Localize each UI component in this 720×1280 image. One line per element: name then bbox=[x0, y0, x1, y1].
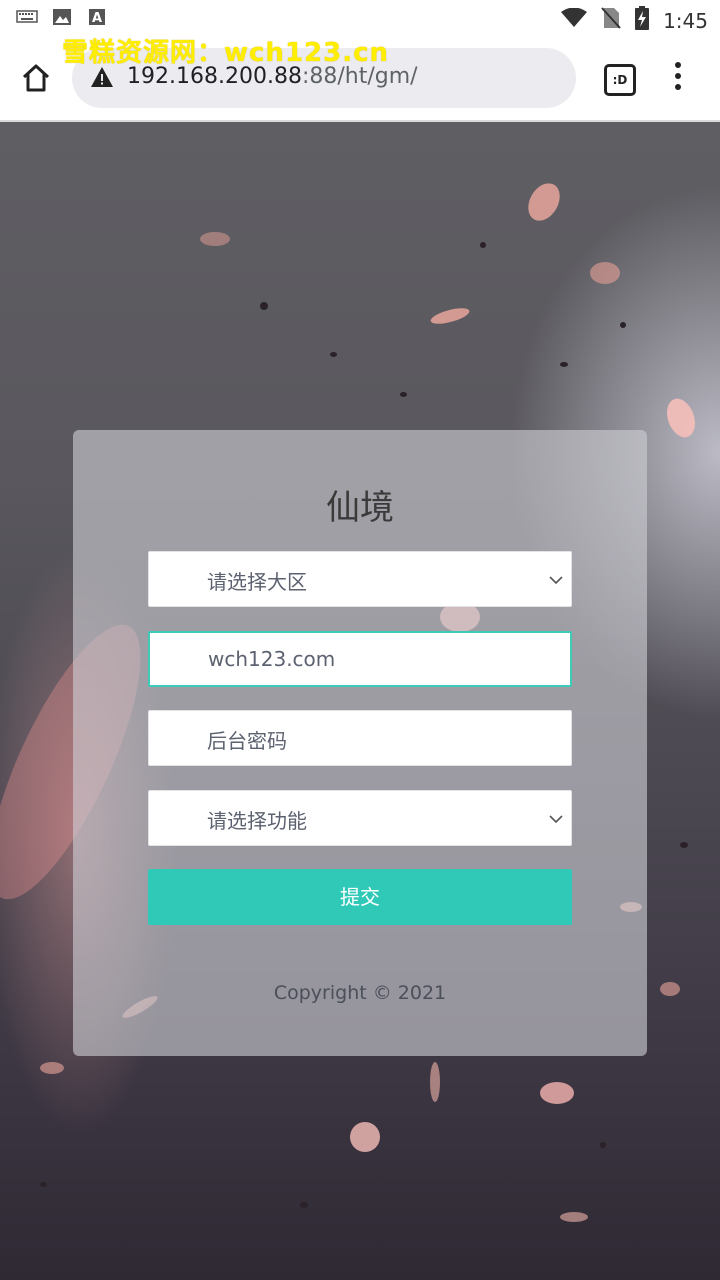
copyright-text: Copyright © 2021 bbox=[273, 982, 447, 1004]
status-bar: A 1:45 bbox=[0, 0, 720, 36]
password-input[interactable]: 后台密码 bbox=[148, 710, 572, 766]
battery-charging-icon bbox=[635, 6, 650, 35]
image-icon bbox=[52, 8, 74, 28]
more-menu-icon[interactable] bbox=[668, 62, 688, 94]
region-select-value: 请选择大区 bbox=[207, 570, 307, 594]
tab-switcher-button[interactable]: :D bbox=[604, 64, 636, 96]
chevron-down-icon bbox=[549, 572, 563, 586]
chevron-down-icon bbox=[549, 811, 563, 825]
account-input-value: wch123.com bbox=[208, 647, 336, 671]
wifi-icon bbox=[561, 7, 588, 33]
region-select[interactable]: 请选择大区 bbox=[148, 551, 572, 607]
clock: 1:45 bbox=[663, 8, 708, 33]
warning-icon[interactable] bbox=[90, 66, 114, 88]
font-icon: A bbox=[88, 8, 110, 28]
home-icon[interactable] bbox=[18, 60, 54, 96]
keyboard-icon bbox=[16, 8, 38, 28]
watermark-text: 雪糕资源网：wch123.cn bbox=[62, 38, 390, 68]
function-select-value: 请选择功能 bbox=[207, 809, 307, 833]
no-sim-icon bbox=[601, 7, 621, 34]
password-placeholder: 后台密码 bbox=[207, 729, 287, 753]
svg-text:A: A bbox=[92, 11, 102, 26]
account-input[interactable]: wch123.com bbox=[148, 631, 572, 687]
form-title: 仙境 bbox=[326, 488, 394, 528]
login-card: 仙境 请选择大区 wch123.com 后台密码 请选择功能 提交 Copyri… bbox=[73, 430, 647, 1056]
submit-button[interactable]: 提交 bbox=[148, 869, 572, 925]
function-select[interactable]: 请选择功能 bbox=[148, 790, 572, 846]
